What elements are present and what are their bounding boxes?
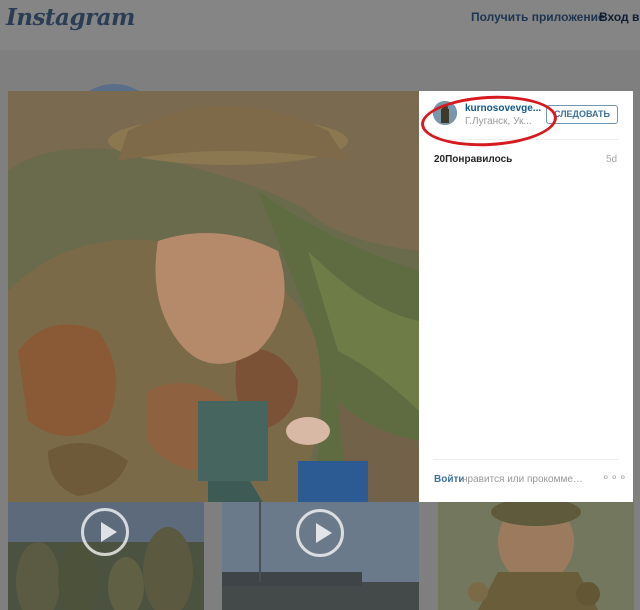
- login-link[interactable]: Вход в: [599, 10, 639, 24]
- instagram-logo[interactable]: Instagram: [6, 4, 135, 31]
- thumbnail-video-2[interactable]: [222, 502, 419, 610]
- footer-login-link[interactable]: Войти: [434, 474, 465, 485]
- post-photo[interactable]: [8, 91, 419, 502]
- thumbnail-photo-3[interactable]: [438, 502, 634, 610]
- play-icon: [81, 508, 129, 556]
- thumbnail-video-1[interactable]: [8, 502, 204, 610]
- play-icon: [296, 509, 344, 557]
- site-header: Instagram Получить приложение Вход в: [0, 0, 640, 50]
- ellipsis-icon[interactable]: ∘∘∘: [602, 470, 628, 484]
- post-age: 5d: [606, 154, 618, 165]
- footer-prompt-text: нравится или прокомменти...: [462, 474, 588, 485]
- likes-count[interactable]: 20Понравилось: [434, 154, 512, 165]
- follow-button[interactable]: СЛЕДОВАТЬ: [546, 105, 618, 124]
- post-details-panel: kurnosovevge... Г.Луганск, Ук... СЛЕДОВА…: [419, 91, 633, 502]
- divider: [433, 459, 619, 460]
- get-app-link[interactable]: Получить приложение: [471, 10, 605, 24]
